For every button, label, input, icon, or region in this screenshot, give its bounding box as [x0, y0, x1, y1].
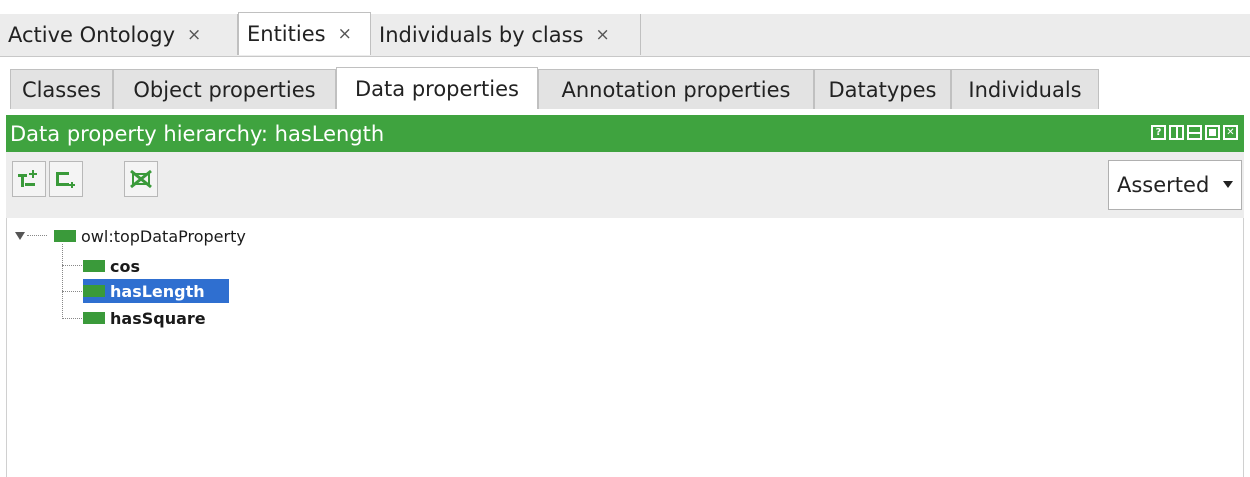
close-tab-icon[interactable]: × [338, 24, 352, 44]
add-sub-property-icon [18, 170, 37, 187]
close-tab-icon[interactable]: × [595, 25, 609, 45]
tree-node[interactable]: cos [83, 254, 142, 278]
tab-individuals[interactable]: Individuals [951, 69, 1099, 109]
tree-connector [62, 318, 82, 319]
mode-value: Asserted [1117, 173, 1210, 197]
split-horizontal-icon[interactable] [1187, 125, 1202, 140]
close-view-icon[interactable]: ✕ [1223, 125, 1238, 140]
delete-property-button[interactable] [124, 161, 158, 197]
tree-connector [62, 244, 63, 319]
tab-entities[interactable]: Entities × [238, 12, 371, 55]
tab-label: Entities [247, 22, 326, 46]
property-tree: owl:topDataProperty cos hasLength hasSqu… [6, 218, 1244, 477]
help-icon[interactable]: ? [1151, 125, 1166, 140]
delete-property-icon [130, 169, 152, 189]
tree-node-root[interactable]: owl:topDataProperty [15, 224, 248, 248]
data-property-icon [83, 312, 105, 324]
view-title: Data property hierarchy: hasLength [10, 121, 385, 146]
tree-node-label: hasLength [108, 281, 207, 301]
top-tab-bar: Active Ontology × Entities × Individuals… [0, 0, 1250, 57]
tree-node-selected[interactable]: hasLength [83, 279, 229, 303]
hierarchy-toolbar: Asserted [6, 152, 1244, 219]
tab-label: Active Ontology [8, 22, 175, 47]
tree-node[interactable]: hasSquare [83, 306, 208, 330]
tab-individuals-by-class[interactable]: Individuals by class × [371, 14, 641, 55]
split-vertical-icon[interactable] [1169, 125, 1184, 140]
tab-data-properties[interactable]: Data properties [336, 67, 538, 109]
tab-datatypes[interactable]: Datatypes [814, 69, 951, 109]
data-property-icon [54, 230, 76, 242]
tree-connector [62, 265, 82, 266]
add-sibling-property-button[interactable] [49, 161, 83, 197]
data-property-icon [83, 285, 105, 297]
chevron-down-icon [1223, 181, 1233, 188]
tab-annotation-properties[interactable]: Annotation properties [538, 69, 814, 109]
tree-connector [62, 291, 82, 292]
view-controls: ? ✕ [1151, 125, 1238, 140]
tab-active-ontology[interactable]: Active Ontology × [0, 14, 238, 55]
tree-node-label: hasSquare [110, 308, 206, 328]
data-property-icon [83, 260, 105, 272]
close-tab-icon[interactable]: × [187, 25, 201, 45]
add-sibling-property-icon [56, 172, 75, 188]
tab-classes[interactable]: Classes [10, 69, 113, 109]
tab-object-properties[interactable]: Object properties [113, 69, 336, 109]
tab-label: Individuals by class [379, 22, 584, 47]
view-header: Data property hierarchy: hasLength ? ✕ [6, 115, 1244, 152]
maximize-icon[interactable] [1205, 125, 1220, 140]
add-sub-property-button[interactable] [12, 161, 46, 197]
entity-tab-bar: Classes Object properties Data propertie… [0, 63, 1250, 109]
hierarchy-mode-select[interactable]: Asserted [1108, 160, 1242, 210]
tree-node-label: cos [110, 256, 140, 276]
expand-arrow-icon[interactable] [15, 232, 25, 240]
tree-node-label: owl:topDataProperty [81, 226, 246, 246]
